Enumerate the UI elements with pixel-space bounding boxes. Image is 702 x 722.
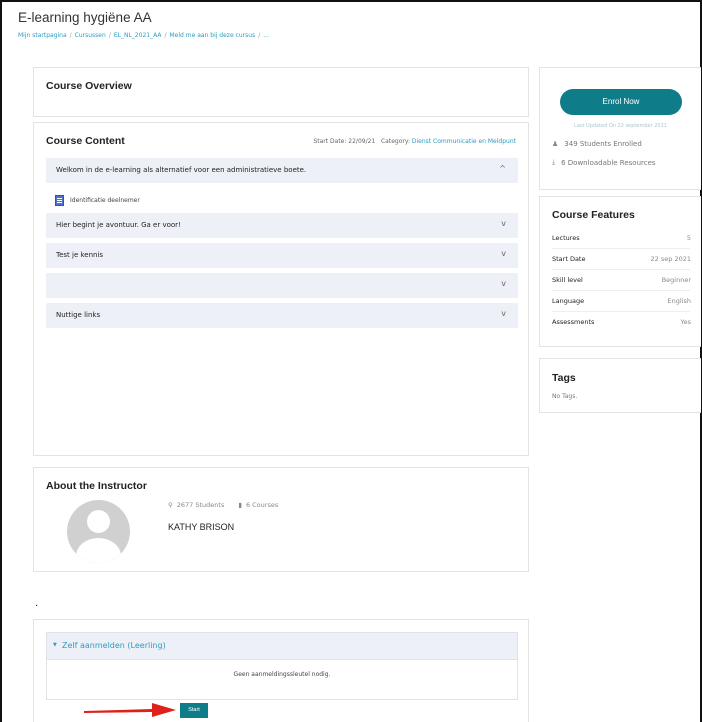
breadcrumb-current: ... — [263, 32, 269, 39]
download-icon: ⤓ — [552, 158, 556, 166]
no-tags: No Tags. — [552, 393, 578, 400]
section-label: Test je kennis — [56, 251, 104, 259]
section-label: Nuttige links — [56, 311, 101, 319]
chevron-down-icon[interactable]: v — [501, 219, 506, 228]
book-icon: ▮ — [238, 501, 242, 509]
chevron-down-icon[interactable]: v — [501, 279, 506, 288]
feature-row-language: Language English — [552, 291, 691, 312]
page-title: E-learning hygiëne AA — [18, 10, 152, 25]
instructor-title: About the Instructor — [46, 480, 147, 492]
feature-row-lectures: Lectures 5 — [552, 228, 691, 249]
breadcrumb-course-code[interactable]: EL_NL_2021_AA — [114, 32, 162, 39]
avatar-head — [87, 510, 110, 533]
enrol-method-label[interactable]: Zelf aanmelden (Leerling) — [62, 641, 166, 650]
breadcrumb-enrol[interactable]: Meld me aan bij deze cursus — [170, 32, 256, 39]
last-updated: Last Updated On 22 september 2021 — [574, 123, 667, 129]
avatar — [67, 500, 130, 563]
feature-row-assessments: Assessments Yes — [552, 318, 691, 326]
document-icon — [55, 195, 64, 206]
section-test[interactable]: Test je kennis v — [46, 243, 518, 268]
students-enrolled: ♟ 349 Students Enrolled — [552, 140, 642, 148]
chevron-down-icon[interactable]: v — [501, 309, 506, 318]
course-content-card: Course Content Start Date: 22/09/21 Cate… — [33, 122, 529, 456]
tags-title: Tags — [552, 372, 576, 384]
person-icon: ♟ — [552, 140, 559, 148]
course-features-title: Course Features — [552, 209, 635, 221]
enrol-message: Geen aanmeldingssleutel nodig. — [233, 671, 331, 678]
course-features-card: Course Features Lectures 5 Start Date 22… — [539, 196, 701, 347]
enrol-now-button[interactable]: Enrol Now — [560, 89, 682, 115]
start-button[interactable]: Start — [180, 703, 208, 718]
tags-card: Tags No Tags. — [539, 358, 701, 413]
instructor-card: About the Instructor ⚲ 2677 Students ▮ 6 C… — [33, 467, 529, 572]
section-links[interactable]: Nuttige links v — [46, 303, 518, 328]
red-arrow-icon — [84, 703, 176, 717]
category-link[interactable]: Dienst Communicatie en Meldpunt — [412, 138, 516, 145]
course-meta: Start Date: 22/09/21 Category: Dienst Co… — [313, 138, 516, 145]
section-empty[interactable]: v — [46, 273, 518, 298]
downloadable-resources: ⤓ 6 Downloadable Resources — [552, 158, 656, 167]
section-label: Hier begint je avontuur. Ga er voor! — [56, 221, 181, 229]
instructor-name[interactable]: KATHY BRISON — [168, 522, 234, 532]
feature-row-skill-level: Skill level Beginner — [552, 270, 691, 291]
section-label: Welkom in de e-learning als alternatief … — [56, 166, 307, 174]
chevron-up-icon[interactable]: ^ — [499, 164, 506, 173]
activity-item[interactable]: Identificatie deelnemer — [55, 195, 140, 206]
chevron-down-icon[interactable]: v — [501, 249, 506, 258]
category-label: Category: — [380, 138, 410, 145]
avatar-body — [76, 538, 121, 563]
breadcrumb-courses[interactable]: Cursussen — [75, 32, 106, 39]
course-content-title: Course Content — [46, 135, 125, 147]
breadcrumb-home[interactable]: Mijn startpagina — [18, 32, 67, 39]
course-overview-title: Course Overview — [46, 80, 132, 92]
instructor-stats: ⚲ 2677 Students ▮ 6 Courses — [168, 501, 278, 509]
feature-row-start-date: Start Date 22 sep 2021 — [552, 249, 691, 270]
breadcrumb: Mijn startpagina / Cursussen / EL_NL_2021_AA… — [18, 32, 269, 39]
activity-label[interactable]: Identificatie deelnemer — [70, 197, 140, 204]
sidebar-enrol-card: Enrol Now Last Updated On 22 september 2… — [539, 67, 701, 190]
enrol-method-header[interactable]: ▼ Zelf aanmelden (Leerling) — [46, 632, 518, 660]
start-date: Start Date: 22/09/21 — [313, 138, 376, 145]
triangle-down-icon[interactable]: ▼ — [53, 642, 57, 648]
user-icon: ⚲ — [168, 501, 173, 509]
instructor-courses: ▮ 6 Courses — [238, 501, 279, 509]
section-adventure[interactable]: Hier begint je avontuur. Ga er voor! v — [46, 213, 518, 238]
instructor-students: ⚲ 2677 Students — [168, 501, 225, 509]
enrol-method-body: Geen aanmeldingssleutel nodig. — [46, 660, 518, 700]
section-welcome[interactable]: Welkom in de e-learning als alternatief … — [46, 158, 518, 183]
course-overview-card: Course Overview — [33, 67, 529, 117]
separator-dot: . — [35, 598, 39, 609]
